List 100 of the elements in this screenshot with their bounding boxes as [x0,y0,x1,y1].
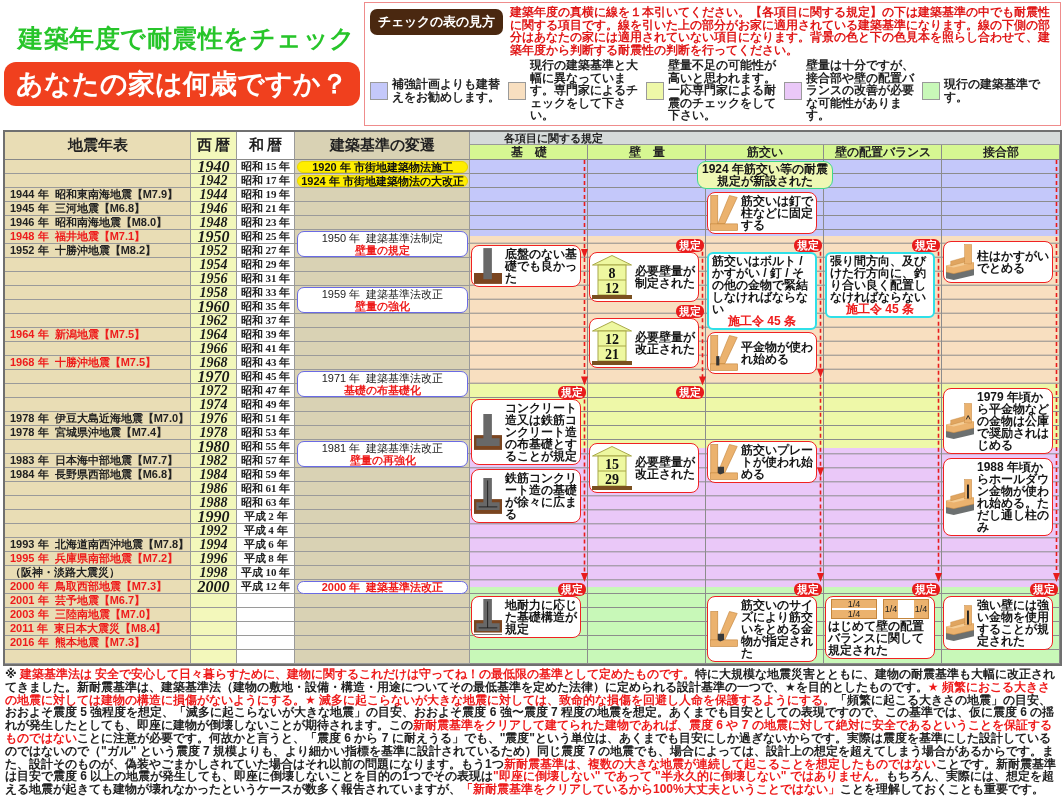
legend-text: 現行の建築基準と大幅に異なっています。専門家によるチェックをして下さい。 [530,59,639,122]
table-cell: 平成 12 年 [237,580,295,594]
table-cell: 平成 8 年 [237,552,295,566]
table-cell: 1962 [191,314,237,328]
fraction-label: 1/4 [884,600,898,619]
table-cell: 1946 [191,202,237,216]
standard-tag: 1924 年 市街地建築物法の大改正 [297,175,468,187]
joint-icon [946,403,974,440]
table-cell: 昭和 59 年 [237,468,295,482]
clause-text: 施工令 45 条 [727,315,797,328]
table-cell: 1998 [191,566,237,580]
wall-number: 12 [605,280,619,296]
instructions-text: 建築年度の真横に線を１本引いてください。【各項目に関する規定】の下は建築基準の中でも耐震性に関する項目です。線を引いた上の部分がお家に適用されている建築基準になります。線の下側の部分はあなたの家には適用されていない項目になります。背景の色と下の色見本を照らし合わせて、建築年度から判断する耐震性の判断を行ってください。 [510,6,1051,57]
table-cell: 1994 [191,538,237,552]
table-cell: 1972 [191,384,237,398]
table-cell: 平成 2 年 [237,510,295,524]
joint-icon [946,605,974,642]
column-header: 接合部 [942,145,1060,159]
table-cell: 2000 年 鳥取西部地震【M7.3】 [5,580,191,594]
clause-text: 施工令 45 条 [846,303,914,316]
table-cell: 昭和 27 年 [237,244,295,258]
table-cell [191,594,237,608]
table-cell: 1952 [191,244,237,258]
standard-title: 2000 年 建築基準法改正 [321,581,444,593]
table-cell: 1964 [191,328,237,342]
table-cell [191,622,237,636]
table-cell [191,636,237,650]
table-cell: 1974 [191,398,237,412]
table-cell: 1952 年 十勝沖地震【M8.2】 [5,244,191,258]
wall-number: 15 [605,456,619,472]
standard-title: 1971 年 建築基準法改正 [321,372,444,384]
table-cell: 1990 [191,510,237,524]
legend-text: 壁量不足の可能性が高いと思われます。一応専門家による耐震のチェックをして下さい。 [668,59,778,122]
table-cell [237,636,295,650]
table-cell: 1984 年 長野県西部地震【M6.8】 [5,468,191,482]
standard-change: 壁量の再強化 [349,453,416,466]
wall-number: 29 [605,471,619,487]
table-cell: 平成 6 年 [237,538,295,552]
legend-heading: チェックの表の見方 [370,9,503,36]
card-text: 張り間方向、及びけた行方向に、釣り合い良く配置しなければならない [830,255,928,304]
subtitle-banner: あなたの家は何歳ですか？ [4,62,360,106]
card-text: 鉄筋コンクリート造の基礎が徐々に広まる [505,471,578,520]
table-cell [237,594,295,608]
table-cell: 昭和 19 年 [237,188,295,202]
table-cell: 昭和 17 年 [237,174,295,188]
dashed-arrow [699,317,706,386]
table-cell: 2001 年 芸予地震【M6.7】 [5,594,191,608]
fraction-label: 1/4 [914,600,928,619]
table-cell [191,650,237,664]
table-cell: 2011 年 東日本大震災【M8.4】 [5,622,191,636]
table-cell [237,622,295,636]
table-cell: 昭和 21 年 [237,202,295,216]
joint-icon [946,244,974,281]
card-text: 筋交いは釘で柱などに固定する [741,194,814,231]
table-cell: 1978 年 伊豆大島近海地震【M7.0】 [5,412,191,426]
table-cell: 1970 [191,370,237,384]
table-cell: 昭和 23 年 [237,216,295,230]
card-text: 筋交いのサイズにより筋交いをとめる金物が指定された [741,599,814,660]
brace-icon [710,335,738,372]
fraction-label: 1/4 [832,610,876,619]
table-cell: 1954 [191,258,237,272]
table-cell: 1946 年 昭和南海地震【M8.0】 [5,216,191,230]
column-header: 筋交い [706,145,824,159]
card-text: 筋交いプレートが使われ始める [741,444,814,481]
table-cell: 昭和 49 年 [237,398,295,412]
brace-icon [710,444,738,481]
table-cell: 1976 [191,412,237,426]
table-cell [237,650,295,664]
table-cell: 1948 [191,216,237,230]
standard-title: 1959 年 建築基準法改正 [321,288,444,300]
footnote-text: ※ 建築基準法は 安全で安心して日々暮らすために、建物に関するこれだけは守ってね！の最低限の基準として定めたものです。特に大規模な地震災害とともに、建物の耐震基準も大幅に改正されてきました。新耐震基準は、建築基準法（建物の敷地・設備・構造・用途についてその最低基準を定めた法律）に定められる設計基準の一つで、★を目的としたものです。★ 頻繁におこる大きさの地震に対しては建物の構造に損傷がないようにする。★ 滅多に起こらないが大きな地震に対しては、致命的な損傷を回避し人命を保護するようにする。「頻繁に起こる大きさの地震」の目安、おおよそ震度 5 強程度を想定、「滅多に起こらないが大きな地震」の目安、おおよそ震度 6 強〜震度 7 程度の地震を想定。あくまでも目安としての表現ですので、この基準では、仮に震度 6 の揺れが発生したとしても、即座に建物が倒壊しないことが期待されます。この新耐震基準をクリアして建てられた建物であれば、震度 6 や 7 の地震に対して絶対に安全であるということを保証するものではないことに注意が必要です。何故かと言うと、「震度 6 から 7 に耐えうる」でも、"震度"という単位は、あくまでも目安にしか過ぎないからです。実際は震度を基準にした設計しているのではないので（"ガル" という震度 7 規模よりも、より細かい指標を基準に設計されているため）同じ震度 7 の地震でも、場合によっては、設計上の想定を超えてしまう場合があるからです。また、設計そのものが、偽装やごまかしされていた場合はそれ以前の問題になります。もう1つ新耐震基準は、複数の大きな地震が連続して起こることを想定したものではないことです。新耐震基準は目安で震度 6 以上の地震が発生しても、即座に倒壊しないことを目的の1つでその表現は"即座に倒壊しない" であって "半永久的に倒壊しない" ではありません。もちろん、実際には、想定を超える地震が起きても建物が壊れなかったというケースが数多く報告されていますが、「新耐震基準をクリアしているから100%大丈夫ということではない」ことを理解しておくことも重要です。 [5,668,1057,796]
table-cell: 1940 [191,160,237,174]
table-cell: 1966 [191,342,237,356]
page-title: 建築年度で耐震性をチェック [18,23,356,54]
table-cell: 昭和 41 年 [237,342,295,356]
foundation-icon [474,248,502,285]
table-cell: 1995 年 兵庫県南部地震【M7.2】 [5,552,191,566]
table-cell: 1944 [191,188,237,202]
card-text: 1988 年頃からホールダウン金物が使われ始める。ただし通し柱のみ [977,461,1050,534]
card-text: 1979 年頃から平金物などの金物は公庫で奨励されはじめる [977,391,1050,452]
table-cell: 2003 年 三陸南地震【M7.0】 [5,608,191,622]
column-header: 壁 量 [588,145,706,159]
column-header: 基 礎 [470,145,588,159]
table-cell: 昭和 33 年 [237,286,295,300]
column-header: 和 暦 [237,132,295,160]
card-text: 底盤のない基礎でも良かった [505,248,578,285]
table-cell: 1945 年 三河地震【M6.8】 [5,202,191,216]
table-cell: 昭和 31 年 [237,272,295,286]
wall-number: 12 [605,332,619,348]
table-cell: 昭和 61 年 [237,482,295,496]
fraction-label: 1/4 [832,600,876,609]
table-cell: 1978 [191,426,237,440]
card-text: コンクリート造又は鉄筋コンクリート造の布基礎とすることが規定 [505,402,578,463]
foundation-icon [474,477,502,514]
table-cell: 昭和 63 年 [237,496,295,510]
table-cell: 1968 [191,356,237,370]
table-cell: 2000 [191,580,237,594]
section-header: 各項目に関する規定 [470,132,1060,145]
column-header: 壁の配置バランス [824,145,942,159]
table-cell: 平成 4 年 [237,524,295,538]
